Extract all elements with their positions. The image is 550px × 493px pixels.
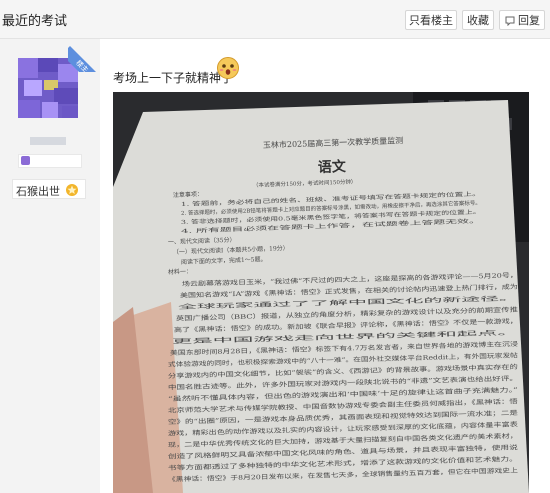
reply-icon — [505, 16, 515, 26]
op-ribbon-label: 楼主 — [68, 46, 102, 72]
post-text: 考场上一下子就精神了 — [113, 71, 234, 85]
material-label: 材料一： — [168, 267, 192, 276]
reply-button-label: 回复 — [518, 14, 540, 27]
exam-subject: 语文 — [318, 158, 348, 176]
op-ribbon: 楼主 — [68, 38, 102, 72]
post-photo[interactable]: 玉林市2025届高三第一次教学质量监测 语文 （本试卷满分150分，考试时间150分… — [113, 92, 529, 493]
surprised-emoji-icon — [217, 57, 239, 79]
username-blurred — [30, 137, 66, 145]
reply-button[interactable]: 回复 — [499, 10, 545, 30]
badge-icon — [21, 156, 30, 165]
notice-heading: 注意事项： — [173, 190, 203, 199]
medal-icon — [66, 184, 78, 196]
favorite-button[interactable]: 收藏 — [462, 10, 494, 30]
only-author-button[interactable]: 只看楼主 — [405, 10, 457, 30]
user-level-name: 石猴出世 — [16, 185, 60, 198]
exam-paper-photo: 玉林市2025届高三第一次教学质量监测语文（本试卷满分150分，考试时间150分… — [113, 92, 529, 493]
page-title: 最近的考试 — [2, 14, 68, 29]
